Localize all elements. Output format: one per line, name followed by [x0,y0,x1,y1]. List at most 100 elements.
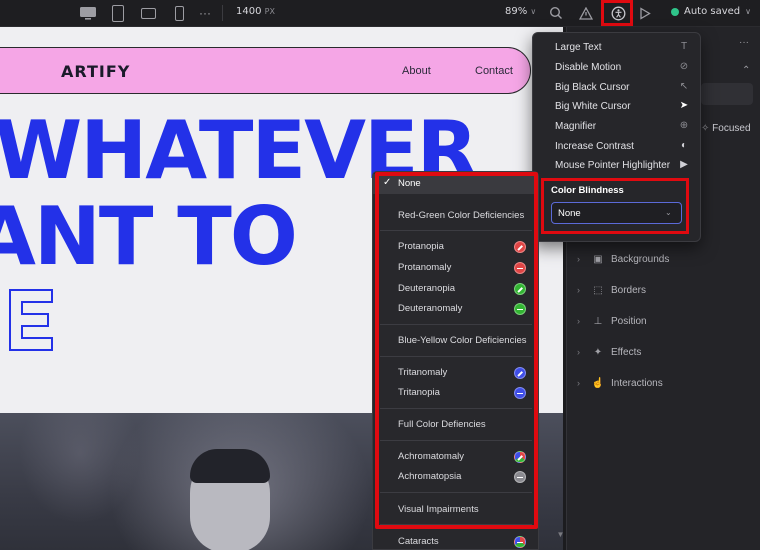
save-status-label: Auto saved [684,6,741,17]
section-effects[interactable]: › ✦ Effects [577,342,641,362]
cb-group-heading: Full Color Defiencies [373,415,535,435]
pointer-highlight-icon: ▶ [680,159,688,170]
cursor-outline-icon: ↖ [679,81,689,92]
a11y-large-text[interactable]: Large Text T [533,38,702,58]
cb-option-protanomaly[interactable]: Protanomaly [373,258,535,278]
site-logo[interactable]: ARTIFY [61,62,130,81]
a11y-big-white-cursor[interactable]: Big White Cursor ➤ [533,97,702,117]
cb-group-heading: Red-Green Color Deficiencies [373,206,535,226]
section-label: Interactions [611,377,663,389]
cb-option-deuteranomaly[interactable]: Deuteranomaly [373,299,535,319]
more-devices-icon[interactable]: ··· [198,4,212,22]
color-swatch-icon [514,283,526,295]
toolbar-divider [222,5,223,21]
divider [380,356,532,357]
pointer-icon: ☝ [591,377,605,389]
color-blindness-select[interactable]: None ⌄ [551,202,682,224]
color-swatch-icon [514,471,526,483]
zoom-value: 89% [505,6,528,17]
cb-option-none[interactable]: ✓ None [373,174,535,194]
divider [380,408,532,409]
divider [380,492,532,493]
scroll-down-icon[interactable]: ▼ [556,530,565,550]
cb-option-achromatopsia[interactable]: Achromatopsia [373,467,535,487]
color-blindness-value: None [558,208,581,219]
chevron-down-icon: ⌄ [665,208,672,217]
cb-group-label: Visual Impairments [398,504,479,515]
panel-input-bar[interactable] [701,83,753,105]
section-borders[interactable]: › ⬚ Borders [577,280,646,300]
tablet-landscape-icon[interactable] [141,8,156,19]
site-navbar[interactable]: ARTIFY About Contact [0,47,531,94]
cb-group-heading: Blue-Yellow Color Deficiencies [373,331,535,351]
expand-chevron-icon: › [577,347,580,357]
status-dot-icon [671,7,679,16]
cb-option-tritanomaly[interactable]: Tritanomaly [373,363,535,383]
cb-option-cataracts[interactable]: Cataracts [373,532,535,550]
color-swatch-icon [514,241,526,253]
image-icon: ▣ [593,253,603,265]
cb-option-label: Protanopia [398,241,444,252]
preview-play-icon[interactable] [638,4,652,22]
color-swatch-icon [514,536,526,548]
photo-person-hair [190,449,270,483]
cb-option-achromatomaly[interactable]: Achromatomaly [373,447,535,467]
cb-group-label: Blue-Yellow Color Deficiencies [398,335,527,346]
cb-option-deuteranopia[interactable]: Deuteranopia [373,279,535,299]
canvas-width-value: 1400 [236,6,262,17]
divider [380,524,532,525]
text-size-icon: T [680,41,688,52]
a11y-pointer-highlighter[interactable]: Mouse Pointer Highlighter ▶ [533,156,702,176]
a11y-big-black-cursor[interactable]: Big Black Cursor ↖ [533,78,702,98]
color-swatch-icon [514,262,526,274]
phone-icon[interactable] [175,6,184,21]
a11y-magnifier[interactable]: Magnifier ⊕ [533,117,702,137]
section-interactions[interactable]: › ☝ Interactions [577,373,663,393]
section-label: Position [611,315,647,327]
color-swatch-icon [514,451,526,463]
search-icon[interactable] [548,4,564,22]
a11y-item-label: Increase Contrast [555,141,634,152]
accessibility-button-highlight [601,0,633,26]
nav-link-about[interactable]: About [402,65,431,77]
section-label: Effects [611,346,642,358]
cb-option-tritanopia[interactable]: Tritanopia [373,383,535,403]
border-icon: ⬚ [593,284,603,296]
a11y-increase-contrast[interactable]: Increase Contrast ◐ [533,137,702,157]
cb-option-label: Protanomaly [398,262,452,273]
cb-option-label: Achromatopsia [398,471,462,482]
canvas-width-unit: PX [264,7,275,16]
warning-icon[interactable] [578,4,594,22]
contrast-icon: ◐ [680,140,688,151]
zoom-level[interactable]: 89% ∨ [505,6,536,17]
expand-chevron-icon: › [577,285,580,295]
section-backgrounds[interactable]: › ▣ Backgrounds [577,249,669,269]
section-position[interactable]: › ⊥ Position [577,311,647,331]
desktop-icon[interactable] [78,4,98,22]
section-label: Backgrounds [611,253,670,265]
a11y-item-label: Mouse Pointer Highlighter [555,160,671,171]
color-blindness-title: Color Blindness [551,185,624,196]
expand-chevron-icon: › [577,378,580,388]
zoom-chevron-icon: ∨ [530,7,537,16]
cursor-filled-icon: ➤ [679,100,689,111]
panel-focused[interactable]: ✧ Focused [701,123,751,134]
expand-chevron-icon: › [577,316,580,326]
cb-option-label: Tritanomaly [398,367,448,378]
save-chevron-icon: ∨ [745,7,752,16]
cb-option-protanopia[interactable]: Protanopia [373,237,535,257]
cb-option-label: Tritanopia [398,387,440,398]
a11y-disable-motion[interactable]: Disable Motion ⊘ [533,58,702,78]
cb-group-heading: Visual Impairments [373,500,535,520]
color-swatch-icon [514,367,526,379]
divider [380,324,532,325]
tablet-icon[interactable] [112,5,124,22]
canvas-width[interactable]: 1400 PX [236,6,275,17]
panel-chevron-icon[interactable]: ⌃ [742,65,750,76]
cb-option-label: None [398,178,421,189]
save-status[interactable]: Auto saved ∨ [671,6,751,17]
panel-more-icon[interactable]: ··· [739,37,749,48]
a11y-item-label: Magnifier [555,121,597,132]
position-icon: ⊥ [593,315,603,327]
nav-link-contact[interactable]: Contact [475,65,513,77]
